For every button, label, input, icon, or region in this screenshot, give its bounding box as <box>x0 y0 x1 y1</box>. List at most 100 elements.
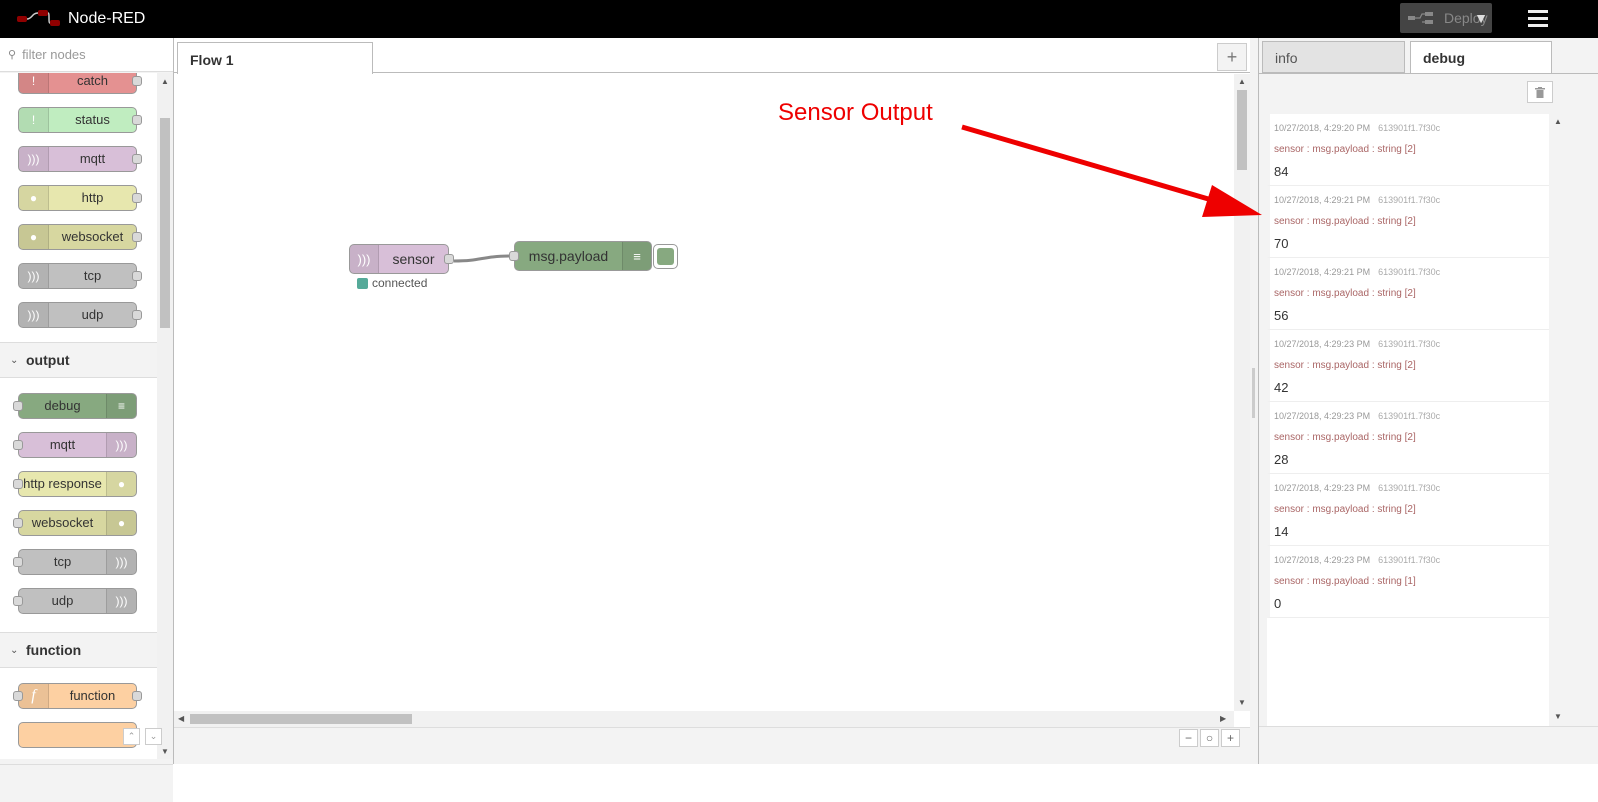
scroll-down-arrow-icon[interactable]: ▼ <box>1554 712 1562 721</box>
signal-icon: ))) <box>106 550 136 574</box>
palette-node-label: udp <box>51 593 74 608</box>
debug-message-topic: sensor : msg.payload : string [2] <box>1274 360 1416 371</box>
palette-node-websocket-out[interactable]: websocket ● <box>13 510 137 536</box>
flow-node-sensor[interactable]: ))) sensor <box>349 244 454 274</box>
debug-message[interactable]: 10/27/2018, 4:29:20 PM 613901f1.7f30c sens… <box>1267 114 1549 186</box>
workspace-horizontal-scrollbar[interactable]: ◀ ▶ <box>174 711 1234 727</box>
palette-node-http-response[interactable]: http response ● <box>13 471 137 497</box>
scroll-down-arrow-icon[interactable]: ▼ <box>161 747 169 756</box>
scroll-right-arrow-icon[interactable]: ▶ <box>1220 714 1226 723</box>
palette-node-websocket-in[interactable]: ● websocket <box>18 224 142 250</box>
debug-message[interactable]: 10/27/2018, 4:29:21 PM 613901f1.7f30c sens… <box>1267 258 1549 330</box>
debug-message-node-id[interactable]: 613901f1.7f30c <box>1378 555 1440 565</box>
palette-node-partial[interactable] <box>18 722 137 748</box>
debug-message[interactable]: 10/27/2018, 4:29:23 PM 613901f1.7f30c sens… <box>1267 474 1549 546</box>
debug-message-node-id[interactable]: 613901f1.7f30c <box>1378 339 1440 349</box>
debug-toggle-button[interactable] <box>653 244 678 269</box>
scroll-up-arrow-icon[interactable]: ▲ <box>1554 117 1562 126</box>
zoom-in-button[interactable]: + <box>1221 729 1240 747</box>
tab-debug[interactable]: debug <box>1410 41 1552 75</box>
expand-all-button[interactable]: ⌄ <box>145 728 162 745</box>
palette-footer <box>0 764 173 802</box>
deploy-dropdown-caret-icon[interactable]: ▼ <box>1470 3 1492 33</box>
palette-search: ⚲ <box>0 38 173 72</box>
input-port <box>13 557 23 567</box>
alert-icon: ! <box>19 73 49 93</box>
hamburger-icon-bar <box>1528 24 1548 27</box>
zoom-reset-button[interactable]: ○ <box>1200 729 1219 747</box>
palette-node-list: ! catch ! status ))) mqtt ● http ● webso… <box>0 73 157 759</box>
hamburger-icon-bar <box>1528 10 1548 13</box>
tab-flow-1[interactable]: Flow 1 <box>177 42 373 74</box>
palette-node-udp-in[interactable]: ))) udp <box>18 302 142 328</box>
palette-node-label: catch <box>76 73 109 88</box>
flow-node-debug[interactable]: msg.payload ≡ <box>509 241 652 271</box>
palette-node-function[interactable]: f function <box>13 683 142 709</box>
node-red-logo-icon <box>17 10 60 26</box>
debug-message[interactable]: 10/27/2018, 4:29:23 PM 613901f1.7f30c sens… <box>1267 402 1549 474</box>
palette-node-label: tcp <box>53 554 72 569</box>
signal-icon: ))) <box>19 264 49 288</box>
app-title: Node-RED <box>68 10 146 27</box>
zoom-out-button[interactable]: − <box>1179 729 1198 747</box>
scrollbar-thumb[interactable] <box>190 714 412 724</box>
deploy-button[interactable]: Deploy ▼ <box>1400 3 1492 33</box>
debug-message-node-id[interactable]: 613901f1.7f30c <box>1378 195 1440 205</box>
category-header-function[interactable]: ⌄ function <box>0 632 157 668</box>
debug-message[interactable]: 10/27/2018, 4:29:23 PM 613901f1.7f30c sens… <box>1267 330 1549 402</box>
palette-scrollbar[interactable]: ▲ ▼ <box>157 73 173 759</box>
palette-node-label: tcp <box>83 268 102 283</box>
palette-node-catch[interactable]: ! catch <box>18 73 142 94</box>
debug-message-meta: 10/27/2018, 4:29:23 PM 613901f1.7f30c <box>1274 555 1440 565</box>
input-port <box>13 596 23 606</box>
debug-message-topic: sensor : msg.payload : string [2] <box>1274 288 1416 299</box>
palette-node-debug[interactable]: debug ≡ <box>13 393 137 419</box>
scroll-up-arrow-icon[interactable]: ▲ <box>1238 77 1246 86</box>
scroll-left-arrow-icon[interactable]: ◀ <box>178 714 184 723</box>
node-palette: ⚲ ! catch ! status ))) mqtt ● http ● web… <box>0 38 174 802</box>
scroll-up-arrow-icon[interactable]: ▲ <box>161 77 169 86</box>
palette-node-tcp-out[interactable]: tcp ))) <box>13 549 137 575</box>
main-menu-button[interactable] <box>1526 8 1550 30</box>
collapse-all-button[interactable]: ⌃ <box>123 728 140 745</box>
debug-message-meta: 10/27/2018, 4:29:23 PM 613901f1.7f30c <box>1274 339 1440 349</box>
debug-message-node-id[interactable]: 613901f1.7f30c <box>1378 411 1440 421</box>
output-port <box>132 193 142 203</box>
debug-message-node-id[interactable]: 613901f1.7f30c <box>1378 123 1440 133</box>
debug-message[interactable]: 10/27/2018, 4:29:21 PM 613901f1.7f30c sens… <box>1267 186 1549 258</box>
debug-scrollbar[interactable]: ▲ ▼ <box>1551 114 1565 726</box>
palette-node-http-in[interactable]: ● http <box>18 185 142 211</box>
add-flow-button[interactable]: + <box>1217 43 1247 71</box>
output-port <box>132 76 142 86</box>
debug-message-topic: sensor : msg.payload : string [2] <box>1274 504 1416 515</box>
debug-message-node-id[interactable]: 613901f1.7f30c <box>1378 267 1440 277</box>
palette-node-udp-out[interactable]: udp ))) <box>13 588 137 614</box>
filter-nodes-input[interactable] <box>20 46 161 63</box>
palette-node-mqtt-out[interactable]: mqtt ))) <box>13 432 137 458</box>
debug-message-time: 10/27/2018, 4:29:23 PM <box>1274 339 1371 349</box>
palette-node-status[interactable]: ! status <box>18 107 142 133</box>
palette-node-tcp-in[interactable]: ))) tcp <box>18 263 142 289</box>
output-port <box>132 271 142 281</box>
globe-icon: ● <box>19 225 49 249</box>
flow-node-label: msg.payload <box>528 248 609 264</box>
debug-message[interactable]: 10/27/2018, 4:29:23 PM 613901f1.7f30c sens… <box>1267 546 1549 618</box>
debug-message-node-id[interactable]: 613901f1.7f30c <box>1378 483 1440 493</box>
debug-message-meta: 10/27/2018, 4:29:23 PM 613901f1.7f30c <box>1274 483 1440 493</box>
debug-message-value: 84 <box>1274 164 1289 179</box>
chevron-down-icon: ⌄ <box>10 354 19 366</box>
list-icon: ≡ <box>106 394 136 418</box>
output-port[interactable] <box>444 254 454 264</box>
output-port <box>132 115 142 125</box>
signal-icon: ))) <box>350 245 379 273</box>
palette-node-label: http <box>81 190 104 205</box>
scroll-down-arrow-icon[interactable]: ▼ <box>1238 698 1246 707</box>
clear-debug-button[interactable] <box>1527 81 1553 103</box>
header-bar: Node-RED Deploy ▼ <box>0 0 1598 38</box>
list-icon: ≡ <box>622 242 651 270</box>
scrollbar-thumb[interactable] <box>160 118 170 328</box>
tab-info[interactable]: info <box>1262 41 1405 73</box>
palette-node-mqtt-in[interactable]: ))) mqtt <box>18 146 142 172</box>
input-port <box>13 440 23 450</box>
category-header-output[interactable]: ⌄ output <box>0 342 157 378</box>
